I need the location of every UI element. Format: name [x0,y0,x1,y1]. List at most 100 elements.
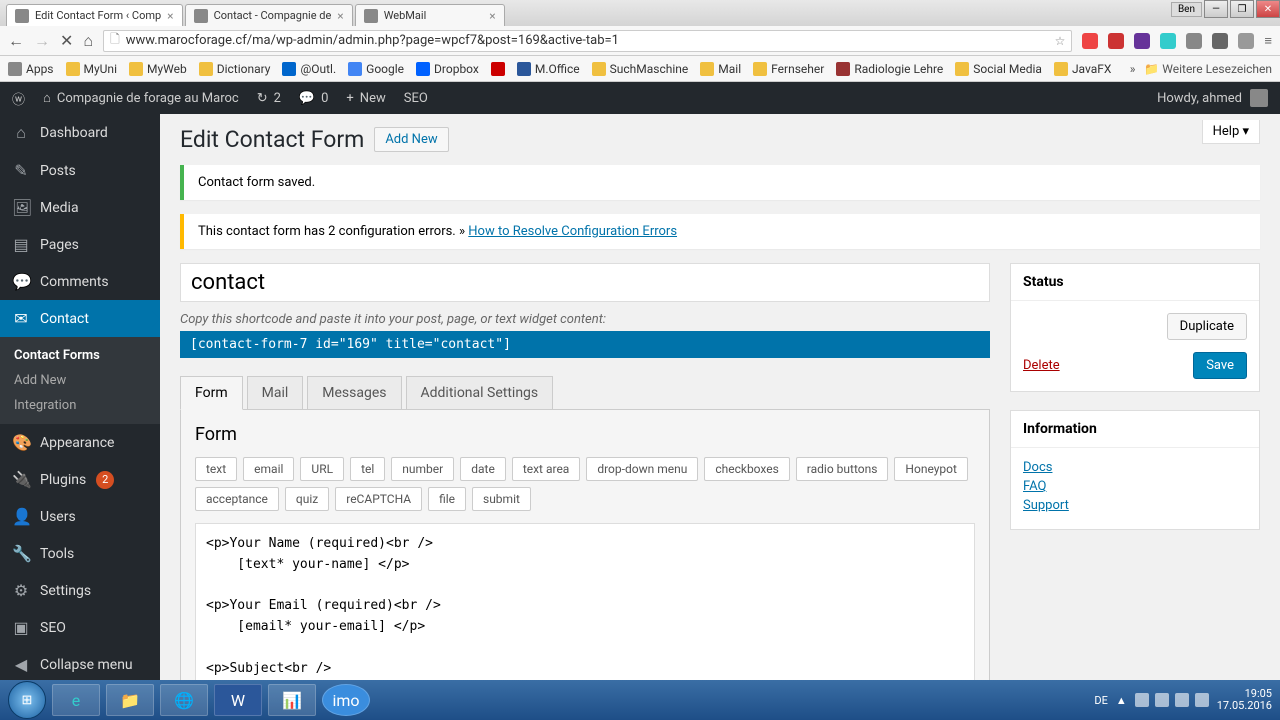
tab-form[interactable]: Form [180,376,243,410]
bookmark[interactable]: Dropbox [416,62,479,76]
comments-link[interactable]: 💬 0 [299,91,329,106]
tray-network-icon[interactable] [1175,693,1189,707]
form-code-editor[interactable]: <p>Your Name (required)<br /> [text* you… [195,523,975,680]
address-bar[interactable]: 🗋 www.marocforage.cf/ma/wp-admin/admin.p… [103,30,1072,52]
stop-button[interactable]: ✕ [60,31,73,50]
sidebar-item-settings[interactable]: ⚙Settings [0,572,160,609]
submenu-integration[interactable]: Integration [0,393,160,418]
bookmark[interactable]: Dictionary [199,62,271,76]
taskbar-app[interactable]: 📊 [268,684,316,716]
bookmark[interactable]: SuchMaschine [592,62,689,76]
sidebar-item-pages[interactable]: ▤Pages [0,226,160,263]
extension-icon[interactable] [1160,33,1176,49]
start-button[interactable]: ⊞ [8,681,46,719]
tag-acceptance[interactable]: acceptance [195,487,279,511]
forward-button[interactable]: → [34,31,50,51]
site-name-link[interactable]: ⌂ Compagnie de forage au Maroc [43,90,239,106]
sidebar-item-seo[interactable]: ▣SEO [0,609,160,646]
bookmark[interactable] [491,62,505,76]
bookmark[interactable]: Apps [8,62,54,76]
tab-mail[interactable]: Mail [247,376,304,410]
bookmark[interactable]: Radiologie Lehre [836,62,943,76]
sidebar-item-media[interactable]: 🖼Media [0,189,160,226]
bookmark[interactable]: Fernseher [753,62,824,76]
delete-link[interactable]: Delete [1023,358,1060,373]
tag-date[interactable]: date [460,457,506,481]
home-button[interactable]: ⌂ [83,31,93,51]
tag-radio[interactable]: radio buttons [796,457,889,481]
close-icon[interactable]: × [489,9,495,23]
bookmark[interactable]: JavaFX [1054,62,1111,76]
tray-expand-icon[interactable]: ▲ [1116,694,1127,707]
sidebar-item-dashboard[interactable]: ⌂Dashboard [0,114,160,152]
tab-additional[interactable]: Additional Settings [406,376,554,410]
tray-volume-icon[interactable] [1195,693,1209,707]
faq-link[interactable]: FAQ [1023,479,1247,494]
tag-email[interactable]: email [243,457,294,481]
extension-icon[interactable] [1134,33,1150,49]
sidebar-item-plugins[interactable]: 🔌Plugins2 [0,461,160,498]
bookmark[interactable]: MyUni [66,62,117,76]
tag-dropdown[interactable]: drop-down menu [586,457,698,481]
tag-textarea[interactable]: text area [512,457,581,481]
sidebar-item-contact[interactable]: ✉Contact [0,300,160,337]
tag-number[interactable]: number [391,457,454,481]
tab-messages[interactable]: Messages [307,376,401,410]
star-icon[interactable]: ☆ [1055,34,1066,48]
sidebar-collapse[interactable]: ◀Collapse menu [0,646,160,680]
submenu-contact-forms[interactable]: Contact Forms [0,343,160,368]
maximize-button[interactable]: ❐ [1230,0,1254,18]
close-icon[interactable]: × [167,9,173,23]
taskbar-word[interactable]: W [214,684,262,716]
browser-tab[interactable]: WebMail× [355,4,505,26]
add-new-button[interactable]: Add New [374,127,448,152]
docs-link[interactable]: Docs [1023,460,1247,475]
extension-icon[interactable] [1186,33,1202,49]
extension-icon[interactable] [1082,33,1098,49]
bookmark[interactable]: Mail [700,62,741,76]
form-title-input[interactable] [180,263,990,302]
taskbar-imo[interactable]: imo [322,684,370,716]
chrome-user-badge[interactable]: Ben [1171,2,1202,17]
tag-submit[interactable]: submit [472,487,531,511]
resolve-errors-link[interactable]: How to Resolve Configuration Errors [468,224,677,239]
wp-logo[interactable]: ⓦ [12,89,25,108]
taskbar-chrome[interactable]: 🌐 [160,684,208,716]
shortcode-display[interactable]: [contact-form-7 id="169" title="contact"… [180,331,990,358]
extension-icon[interactable] [1238,33,1254,49]
sidebar-item-comments[interactable]: 💬Comments [0,263,160,300]
minimize-button[interactable]: — [1204,0,1228,18]
extension-icon[interactable] [1212,33,1228,49]
system-clock[interactable]: 19:05 17.05.2016 [1217,688,1272,712]
tag-tel[interactable]: tel [350,457,385,481]
bookmark[interactable]: Social Media [955,62,1042,76]
bookmark[interactable]: MyWeb [129,62,187,76]
sidebar-item-users[interactable]: 👤Users [0,498,160,535]
bookmarks-overflow[interactable]: » 📁 Weitere Lesezeichen [1130,62,1272,76]
submenu-add-new[interactable]: Add New [0,368,160,393]
bookmark[interactable]: M.Office [517,62,580,76]
browser-tab[interactable]: Contact - Compagnie de× [185,4,353,26]
back-button[interactable]: ← [8,31,24,51]
new-content-link[interactable]: + New [346,91,385,106]
extension-icon[interactable] [1108,33,1124,49]
close-icon[interactable]: × [337,9,343,23]
sidebar-item-posts[interactable]: ✎Posts [0,152,160,189]
tag-url[interactable]: URL [300,457,344,481]
tray-icon[interactable] [1135,693,1149,707]
tag-recaptcha[interactable]: reCAPTCHA [335,487,422,511]
duplicate-button[interactable]: Duplicate [1167,313,1247,340]
avatar[interactable] [1250,89,1268,107]
bookmark[interactable]: @Outl. [282,62,336,76]
sidebar-item-appearance[interactable]: 🎨Appearance [0,424,160,461]
taskbar-explorer[interactable]: 📁 [106,684,154,716]
tag-checkboxes[interactable]: checkboxes [704,457,789,481]
help-tab[interactable]: Help ▾ [1202,120,1260,144]
tag-file[interactable]: file [428,487,466,511]
tag-quiz[interactable]: quiz [285,487,329,511]
sidebar-item-tools[interactable]: 🔧Tools [0,535,160,572]
howdy-link[interactable]: Howdy, ahmed [1157,91,1242,106]
updates-link[interactable]: ↻ 2 [257,91,281,106]
menu-icon[interactable]: ≡ [1264,33,1272,49]
tag-text[interactable]: text [195,457,237,481]
